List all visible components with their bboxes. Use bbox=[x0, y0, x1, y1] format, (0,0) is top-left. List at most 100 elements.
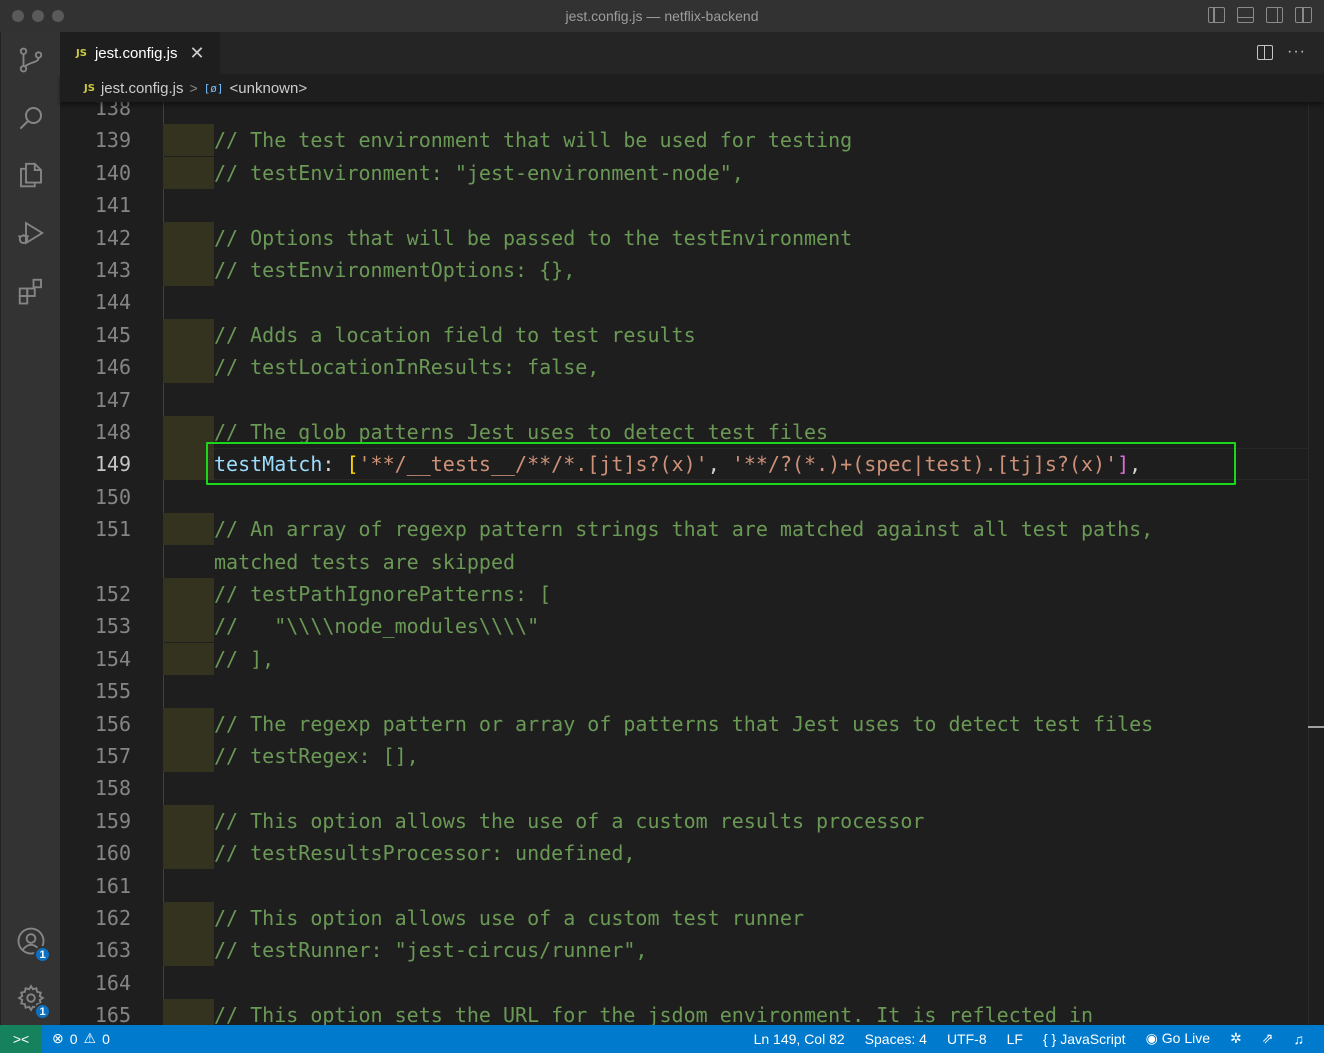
code-text: matched tests are skipped bbox=[214, 549, 516, 574]
code-line[interactable]: 141 bbox=[60, 189, 1308, 221]
code-line[interactable]: 155 bbox=[60, 675, 1308, 707]
code-line[interactable]: 162 // This option allows use of a custom… bbox=[60, 902, 1308, 934]
code-text: // testRunner: "jest-circus/runner", bbox=[214, 938, 648, 963]
cursor-position[interactable]: Ln 149, Col 82 bbox=[754, 1031, 845, 1047]
code-line[interactable]: 146 // testLocationInResults: false, bbox=[60, 351, 1308, 384]
warning-count: 0 bbox=[102, 1030, 110, 1047]
code-line[interactable]: 142 // Options that will be passed to the… bbox=[60, 221, 1308, 254]
indent-band bbox=[163, 902, 214, 934]
code-line[interactable]: 161 bbox=[60, 870, 1308, 902]
code-line[interactable]: 140 // testEnvironment: "jest-environment… bbox=[60, 156, 1308, 189]
line-number: 149 bbox=[94, 452, 131, 476]
chevron-right-icon: > bbox=[189, 80, 198, 96]
source-control-icon[interactable] bbox=[15, 44, 47, 76]
line-number: 159 bbox=[94, 808, 131, 833]
code-text: // "\\\\node_modules\\\\" bbox=[214, 614, 540, 639]
notifications-bell-icon[interactable]: ♫ bbox=[1294, 1031, 1305, 1047]
code-line[interactable]: 165 // This option sets the URL for the j… bbox=[60, 999, 1308, 1025]
close-tab-icon[interactable]: ✕ bbox=[189, 43, 204, 64]
activity-bar: 1 1 bbox=[0, 32, 60, 1025]
line-number: 158 bbox=[94, 776, 131, 801]
indentation[interactable]: Spaces: 4 bbox=[865, 1031, 927, 1047]
code-line[interactable]: 144 bbox=[60, 286, 1308, 318]
breadcrumb-file[interactable]: jest.config.js bbox=[101, 80, 184, 97]
code-text: // Adds a location field to test results bbox=[214, 322, 696, 347]
split-editor-icon[interactable] bbox=[1257, 44, 1274, 60]
end-of-line[interactable]: LF bbox=[1007, 1031, 1023, 1047]
live-share-icon[interactable]: ⇗ bbox=[1262, 1030, 1274, 1047]
accounts-icon[interactable]: 1 bbox=[15, 925, 51, 963]
code-line[interactable]: 145 // Adds a location field to test resu… bbox=[60, 318, 1308, 351]
variable-symbol-icon: [ø] bbox=[203, 81, 224, 95]
line-number: 146 bbox=[94, 355, 131, 380]
indent-band bbox=[163, 707, 214, 740]
tab-jest-config[interactable]: JS jest.config.js ✕ bbox=[60, 32, 220, 74]
customize-layout-icon[interactable] bbox=[1295, 7, 1312, 23]
line-number: 165 bbox=[94, 1003, 131, 1025]
code-line[interactable]: 150 bbox=[60, 481, 1308, 513]
code-line[interactable]: 157 // testRegex: [], bbox=[60, 740, 1308, 772]
code-line[interactable]: 158 bbox=[60, 772, 1308, 804]
line-number: 143 bbox=[94, 258, 131, 282]
scrollbar-cursor-marker bbox=[1308, 726, 1324, 728]
code-text: // The test environment that will be use… bbox=[214, 128, 853, 153]
feedback-icon[interactable]: ✲ bbox=[1230, 1030, 1242, 1047]
code-line[interactable]: 139 // The test environment that will be … bbox=[60, 124, 1308, 157]
vertical-scrollbar[interactable] bbox=[1308, 102, 1324, 1025]
code-line[interactable]: 138 bbox=[60, 102, 1308, 124]
code-line[interactable]: 163 // testRunner: "jest-circus/runner", bbox=[60, 934, 1308, 967]
problems-indicator[interactable]: ⊗ 0 ⚠ 0 bbox=[52, 1030, 110, 1047]
line-number: 160 bbox=[94, 841, 131, 866]
line-number: 150 bbox=[94, 484, 131, 509]
line-number: 138 bbox=[94, 102, 131, 120]
code-line[interactable]: 151 // An array of regexp pattern strings… bbox=[60, 513, 1308, 546]
search-icon[interactable] bbox=[15, 102, 47, 134]
line-number: 145 bbox=[94, 322, 131, 347]
extensions-icon[interactable] bbox=[15, 275, 47, 307]
line-number: 154 bbox=[94, 646, 131, 671]
code-line[interactable]: 159 // This option allows the use of a cu… bbox=[60, 804, 1308, 837]
indent-band bbox=[163, 221, 214, 254]
code-text: // testResultsProcessor: undefined, bbox=[214, 841, 636, 866]
remote-icon[interactable]: >< bbox=[0, 1025, 42, 1053]
indent-band bbox=[163, 124, 214, 157]
run-debug-icon[interactable] bbox=[15, 217, 47, 249]
settings-badge: 1 bbox=[34, 1003, 51, 1020]
code-text: // Options that will be passed to the te… bbox=[214, 225, 853, 250]
code-line[interactable]: 143 // testEnvironmentOptions: {}, bbox=[60, 254, 1308, 286]
warning-icon: ⚠ bbox=[83, 1030, 97, 1046]
encoding[interactable]: UTF-8 bbox=[947, 1031, 987, 1047]
highlight-box bbox=[206, 442, 1236, 485]
code-line[interactable]: 152 // testPathIgnorePatterns: [ bbox=[60, 578, 1308, 610]
line-number: 141 bbox=[94, 193, 131, 218]
language-mode[interactable]: { } JavaScript bbox=[1043, 1031, 1126, 1047]
line-number: 153 bbox=[94, 614, 131, 639]
go-live-button[interactable]: ◉ Go Live bbox=[1146, 1030, 1210, 1047]
line-number: 157 bbox=[94, 744, 131, 768]
code-text: // This option allows use of a custom te… bbox=[214, 906, 805, 930]
code-text: // testPathIgnorePatterns: [ bbox=[214, 582, 552, 606]
code-line[interactable]: 160 // testResultsProcessor: undefined, bbox=[60, 837, 1308, 870]
indent-band bbox=[163, 804, 214, 837]
explorer-icon[interactable] bbox=[15, 159, 47, 191]
line-number: 142 bbox=[94, 225, 131, 250]
code-line[interactable]: 154 // ], bbox=[60, 642, 1308, 675]
indent-band bbox=[163, 610, 214, 643]
line-number: 139 bbox=[94, 128, 131, 153]
code-line[interactable]: 153 // "\\\\node_modules\\\\" bbox=[60, 610, 1308, 643]
breadcrumb-symbol[interactable]: <unknown> bbox=[230, 80, 308, 97]
code-text: // This option allows the use of a custo… bbox=[214, 808, 925, 833]
settings-gear-icon[interactable]: 1 bbox=[15, 982, 51, 1020]
code-line[interactable]: 147 bbox=[60, 384, 1308, 416]
indent-band bbox=[163, 934, 214, 967]
title-bar: jest.config.js — netflix-backend bbox=[0, 0, 1324, 32]
toggle-secondary-sidebar-icon[interactable] bbox=[1266, 7, 1283, 23]
more-actions-icon[interactable]: ··· bbox=[1287, 43, 1306, 61]
toggle-panel-icon[interactable] bbox=[1237, 7, 1254, 23]
code-line[interactable]: 156 // The regexp pattern or array of pat… bbox=[60, 707, 1308, 740]
code-line-wrap[interactable]: matched tests are skipped bbox=[60, 546, 1308, 578]
code-line[interactable]: 164 bbox=[60, 967, 1308, 999]
toggle-primary-sidebar-icon[interactable] bbox=[1208, 7, 1225, 23]
code-editor[interactable]: 138 139 // The test environment that will … bbox=[60, 102, 1324, 1025]
tab-bar: JS jest.config.js ✕ ··· bbox=[60, 32, 1324, 74]
